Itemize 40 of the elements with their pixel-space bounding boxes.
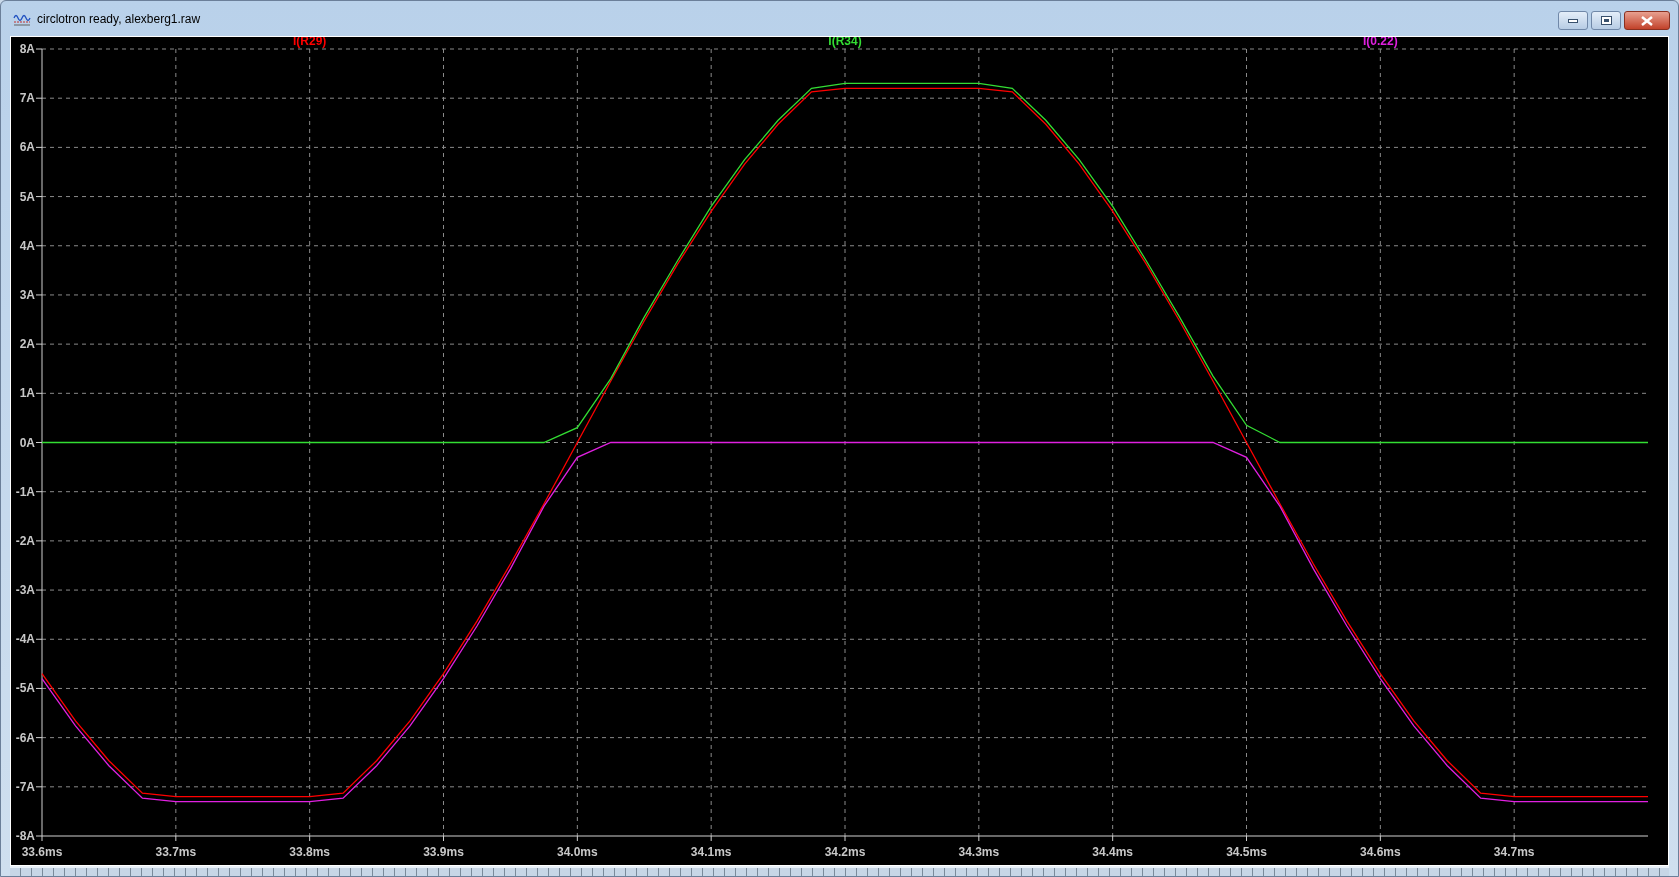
window-title: circlotron ready, alexberg1.raw [37,11,202,26]
y-tick-label: -8A [15,829,35,843]
y-tick-label: 1A [19,386,35,401]
x-tick-label: 33.9ms [423,845,464,859]
y-tick-label: -4A [15,632,35,647]
y-tick-label: 5A [19,189,35,204]
y-tick-label: -5A [15,681,35,696]
x-tick-label: 33.6ms [21,845,63,859]
y-tick-label: -3A [15,583,35,598]
x-tick-label: 33.8ms [289,845,330,859]
y-tick-label: -7A [15,779,35,794]
x-tick-label: 34.3ms [958,845,1000,859]
minimize-button[interactable] [1558,11,1588,30]
y-tick-label: -1A [15,484,35,499]
x-tick-label: 33.7ms [155,845,197,859]
x-tick-label: 34.1ms [690,845,732,859]
y-tick-label: 0A [19,435,35,450]
y-tick-label: 6A [19,140,35,155]
x-tick-label: 34.2ms [824,845,866,859]
maximize-icon [1600,16,1612,25]
trace-label[interactable]: I(R34) [828,37,862,48]
trace-label[interactable]: I(R29) [293,37,327,48]
x-tick-label: 34.4ms [1092,845,1133,859]
x-tick-label: 34.0ms [557,845,598,859]
trace-label[interactable]: I(0.22) [1363,37,1398,48]
pane-divider-strip[interactable] [10,866,1669,876]
y-tick-label: 2A [19,337,35,352]
maximize-button[interactable] [1591,11,1621,30]
y-tick-label: 3A [19,287,35,302]
y-tick-label: 8A [19,42,35,56]
y-tick-label: -2A [15,533,35,548]
y-tick-label: -6A [15,730,35,745]
y-tick-label: 4A [19,238,35,253]
x-tick-label: 34.5ms [1226,845,1267,859]
minimize-icon [1568,18,1578,23]
x-tick-label: 34.7ms [1493,845,1535,859]
x-tick-label: 34.6ms [1360,845,1401,859]
y-tick-label: 7A [19,91,35,106]
close-button[interactable] [1624,11,1670,30]
close-icon [1641,15,1653,26]
